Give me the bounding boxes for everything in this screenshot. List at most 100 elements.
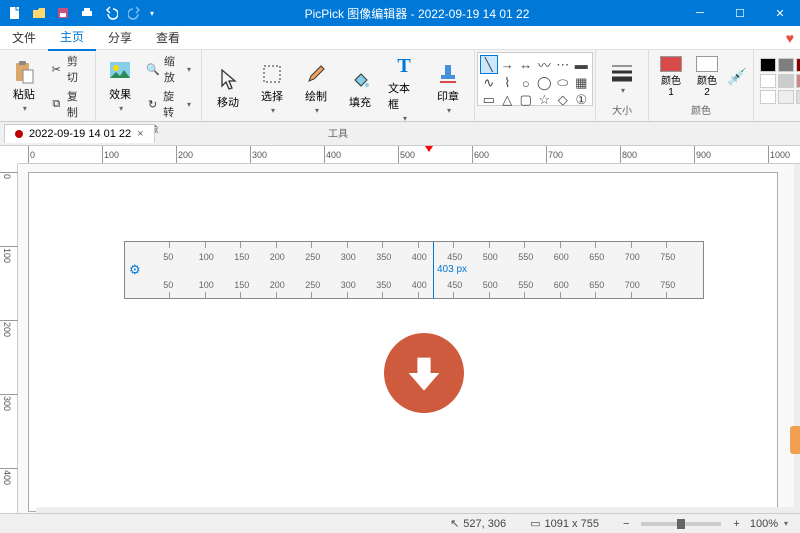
horizontal-ruler: 01002003004005006007008009001000 <box>18 146 800 164</box>
color1-button[interactable]: 颜色 1 <box>655 56 687 98</box>
copy-icon: ⧉ <box>50 96 63 112</box>
shape-triangle[interactable]: △ <box>499 92 517 108</box>
shape-star[interactable]: ☆ <box>536 92 554 108</box>
eyedropper-icon[interactable]: 💉 <box>727 67 747 87</box>
undo-icon[interactable] <box>100 2 122 24</box>
vertical-ruler: 0100200300400 <box>0 164 18 513</box>
ruler-marker <box>425 146 433 152</box>
titlebar: ▾ PicPick 图像编辑器 - 2022-09-19 14 01 22 ─ … <box>0 0 800 26</box>
stamp-icon <box>436 62 460 86</box>
close-tab-icon[interactable]: × <box>137 128 143 140</box>
save-icon[interactable] <box>52 2 74 24</box>
rotate-icon: ↻ <box>146 96 159 112</box>
redo-icon[interactable] <box>124 2 146 24</box>
zoom-button[interactable]: 🔍缩放▾ <box>142 52 195 86</box>
tab-home[interactable]: 主页 <box>48 24 96 51</box>
ribbon: 粘贴▾ ✂剪切 ⧉复制 剪贴板 效果▾ 🔍缩放▾ ↻旋转▾ 图像 移动 选择▾ … <box>0 50 800 122</box>
draw-tool[interactable]: 绘制▾ <box>296 60 336 117</box>
move-tool[interactable]: 移动 <box>208 66 248 112</box>
palette-swatch[interactable] <box>778 74 794 88</box>
color-palette[interactable] <box>760 58 800 104</box>
statusbar: ↖527, 306 ▭1091 x 755 − + 100% ▾ <box>0 513 800 533</box>
tab-view[interactable]: 查看 <box>144 25 192 50</box>
group-image: 效果▾ 🔍缩放▾ ↻旋转▾ 图像 <box>96 50 202 121</box>
zoom-icon: 🔍 <box>146 61 160 77</box>
shape-gallery[interactable]: ╲ → ↔ 〰 ⋯ ▬ ∿ ⌇ ○ ◯ ⬭ ▦ ▭ △ ▢ ☆ ◇ ① <box>477 52 593 106</box>
shape-double-arrow[interactable]: ↔ <box>517 55 535 74</box>
shape-arrow[interactable]: → <box>499 55 517 74</box>
shape-callout[interactable]: ◯ <box>536 75 554 91</box>
cut-button[interactable]: ✂剪切 <box>46 52 89 86</box>
zoom-in-button[interactable]: + <box>733 518 739 530</box>
palette-swatch[interactable] <box>760 74 776 88</box>
size-button[interactable]: ▾ <box>602 58 642 97</box>
palette-swatch[interactable] <box>760 58 776 72</box>
paste-icon <box>12 60 36 84</box>
palette-swatch[interactable] <box>778 90 794 104</box>
measure-label: 403 px <box>437 264 467 275</box>
pencil-icon <box>304 62 328 86</box>
zoom-dropdown[interactable]: ▾ <box>784 519 788 528</box>
heart-icon[interactable]: ♥ <box>786 30 794 46</box>
gear-icon[interactable]: ⚙ <box>129 262 145 278</box>
tab-file[interactable]: 文件 <box>0 25 48 50</box>
zoom-out-button[interactable]: − <box>623 518 629 530</box>
fill-tool[interactable]: 填充 <box>340 66 380 112</box>
cut-icon: ✂ <box>50 61 63 77</box>
shape-bezier[interactable]: ∿ <box>480 75 498 91</box>
shape-diamond[interactable]: ◇ <box>554 92 572 108</box>
cursor-icon <box>216 68 240 92</box>
canvas-dimensions: ▭1091 x 755 <box>518 517 611 530</box>
dimensions-icon: ▭ <box>530 517 540 530</box>
effects-button[interactable]: 效果▾ <box>102 58 138 115</box>
down-arrow-graphic <box>384 333 464 413</box>
rotate-button[interactable]: ↻旋转▾ <box>142 87 195 121</box>
tab-share[interactable]: 分享 <box>96 25 144 50</box>
shape-rect[interactable]: ▭ <box>480 92 498 108</box>
palette-swatch[interactable] <box>796 58 800 72</box>
group-size: ▾ 大小 <box>596 50 649 121</box>
side-handle[interactable] <box>790 426 800 454</box>
shape-speech[interactable]: ⬭ <box>554 75 572 91</box>
new-icon[interactable] <box>4 2 26 24</box>
close-button[interactable]: ✕ <box>760 0 800 26</box>
palette-swatch[interactable] <box>760 90 776 104</box>
palette-swatch[interactable] <box>796 74 800 88</box>
shape-blur[interactable]: ▦ <box>573 75 591 91</box>
bucket-icon <box>348 68 372 92</box>
color1-swatch <box>660 56 682 72</box>
open-icon[interactable] <box>28 2 50 24</box>
shape-dots[interactable]: ⋯ <box>554 55 572 74</box>
group-tools: 移动 选择▾ 绘制▾ 填充 T文本框▾ 印章▾ 工具 <box>202 50 475 121</box>
group-palette: 更多▾ 调色板 <box>754 50 800 121</box>
copy-button[interactable]: ⧉复制 <box>46 87 89 121</box>
palette-swatch[interactable] <box>796 90 800 104</box>
select-tool[interactable]: 选择▾ <box>252 60 292 117</box>
cursor-position: ↖527, 306 <box>438 517 518 530</box>
shape-curve[interactable]: 〰 <box>536 55 554 74</box>
shape-highlight[interactable]: ▬ <box>573 55 591 74</box>
maximize-button[interactable]: ☐ <box>720 0 760 26</box>
canvas-area[interactable]: ⚙ 403 px 5050100100150150200200250250300… <box>18 164 800 513</box>
palette-swatch[interactable] <box>778 58 794 72</box>
color2-swatch <box>696 56 718 72</box>
print-icon[interactable] <box>76 2 98 24</box>
measure-line <box>433 242 434 298</box>
minimize-button[interactable]: ─ <box>680 0 720 26</box>
stamp-tool[interactable]: 印章▾ <box>428 60 468 117</box>
shape-ellipse[interactable]: ○ <box>517 75 535 91</box>
shape-roundrect[interactable]: ▢ <box>517 92 535 108</box>
pixel-ruler-widget[interactable]: ⚙ 403 px 5050100100150150200200250250300… <box>124 241 704 299</box>
shape-number[interactable]: ① <box>573 92 591 108</box>
canvas[interactable]: ⚙ 403 px 5050100100150150200200250250300… <box>28 172 778 512</box>
lineweight-icon <box>610 60 634 84</box>
document-tab[interactable]: 2022-09-19 14 01 22 × <box>4 124 155 143</box>
paste-button[interactable]: 粘贴▾ <box>6 58 42 115</box>
group-colors: 颜色 1 颜色 2 💉 颜色 <box>649 50 754 121</box>
zoom-slider[interactable] <box>641 522 721 526</box>
color2-button[interactable]: 颜色 2 <box>691 56 723 98</box>
shape-line[interactable]: ╲ <box>480 55 498 74</box>
textbox-tool[interactable]: T文本框▾ <box>384 52 424 125</box>
shape-polyline[interactable]: ⌇ <box>499 75 517 91</box>
vertical-scrollbar[interactable] <box>794 164 800 513</box>
